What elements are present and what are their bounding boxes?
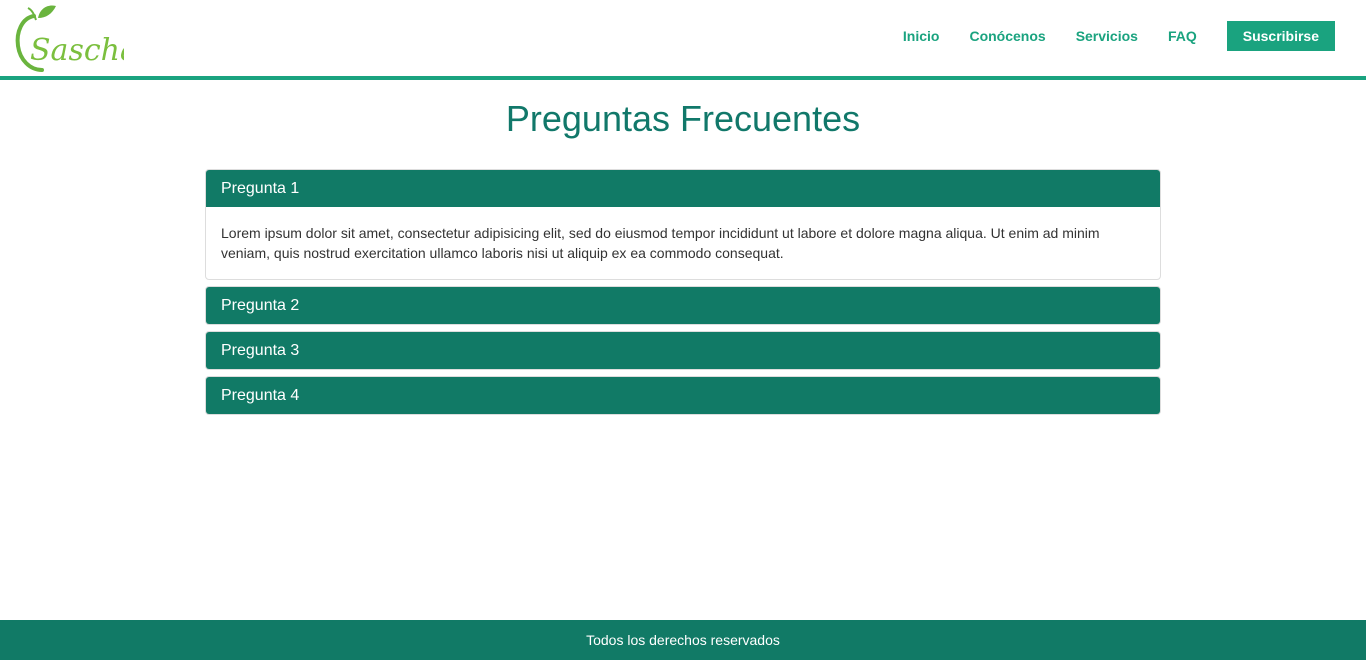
faq-item: Pregunta 1 Lorem ipsum dolor sit amet, c… <box>205 169 1161 280</box>
nav-inicio-link[interactable]: Inicio <box>903 21 940 51</box>
faq-item: Pregunta 3 <box>205 331 1161 370</box>
faq-answer-1: Lorem ipsum dolor sit amet, consectetur … <box>221 225 1100 261</box>
faq-item: Pregunta 4 <box>205 376 1161 415</box>
site-footer: Todos los derechos reservados <box>0 620 1366 660</box>
faq-question-2[interactable]: Pregunta 2 <box>206 287 1160 324</box>
footer-text: Todos los derechos reservados <box>586 632 780 648</box>
site-header: Sascha Inicio Conócenos Servicios FAQ Su… <box>0 0 1366 80</box>
faq-question-1[interactable]: Pregunta 1 <box>206 170 1160 207</box>
faq-question-4[interactable]: Pregunta 4 <box>206 377 1160 414</box>
faq-item: Pregunta 2 <box>205 286 1161 325</box>
subscribe-button[interactable]: Suscribirse <box>1226 21 1335 51</box>
nav-conocenos-link[interactable]: Conócenos <box>969 21 1045 51</box>
page-title: Preguntas Frecuentes <box>505 98 861 139</box>
apple-leaf-logo-icon: Sascha <box>15 5 124 72</box>
sascha-logo[interactable]: Sascha <box>12 2 124 74</box>
faq-accordion: Pregunta 1 Lorem ipsum dolor sit amet, c… <box>205 169 1161 421</box>
nav-faq-link[interactable]: FAQ <box>1168 21 1197 51</box>
faq-question-3[interactable]: Pregunta 3 <box>206 332 1160 369</box>
nav-servicios-link[interactable]: Servicios <box>1076 21 1138 51</box>
svg-text:Sascha: Sascha <box>30 33 124 68</box>
main-nav: Inicio Conócenos Servicios FAQ Suscribir… <box>903 21 1335 51</box>
